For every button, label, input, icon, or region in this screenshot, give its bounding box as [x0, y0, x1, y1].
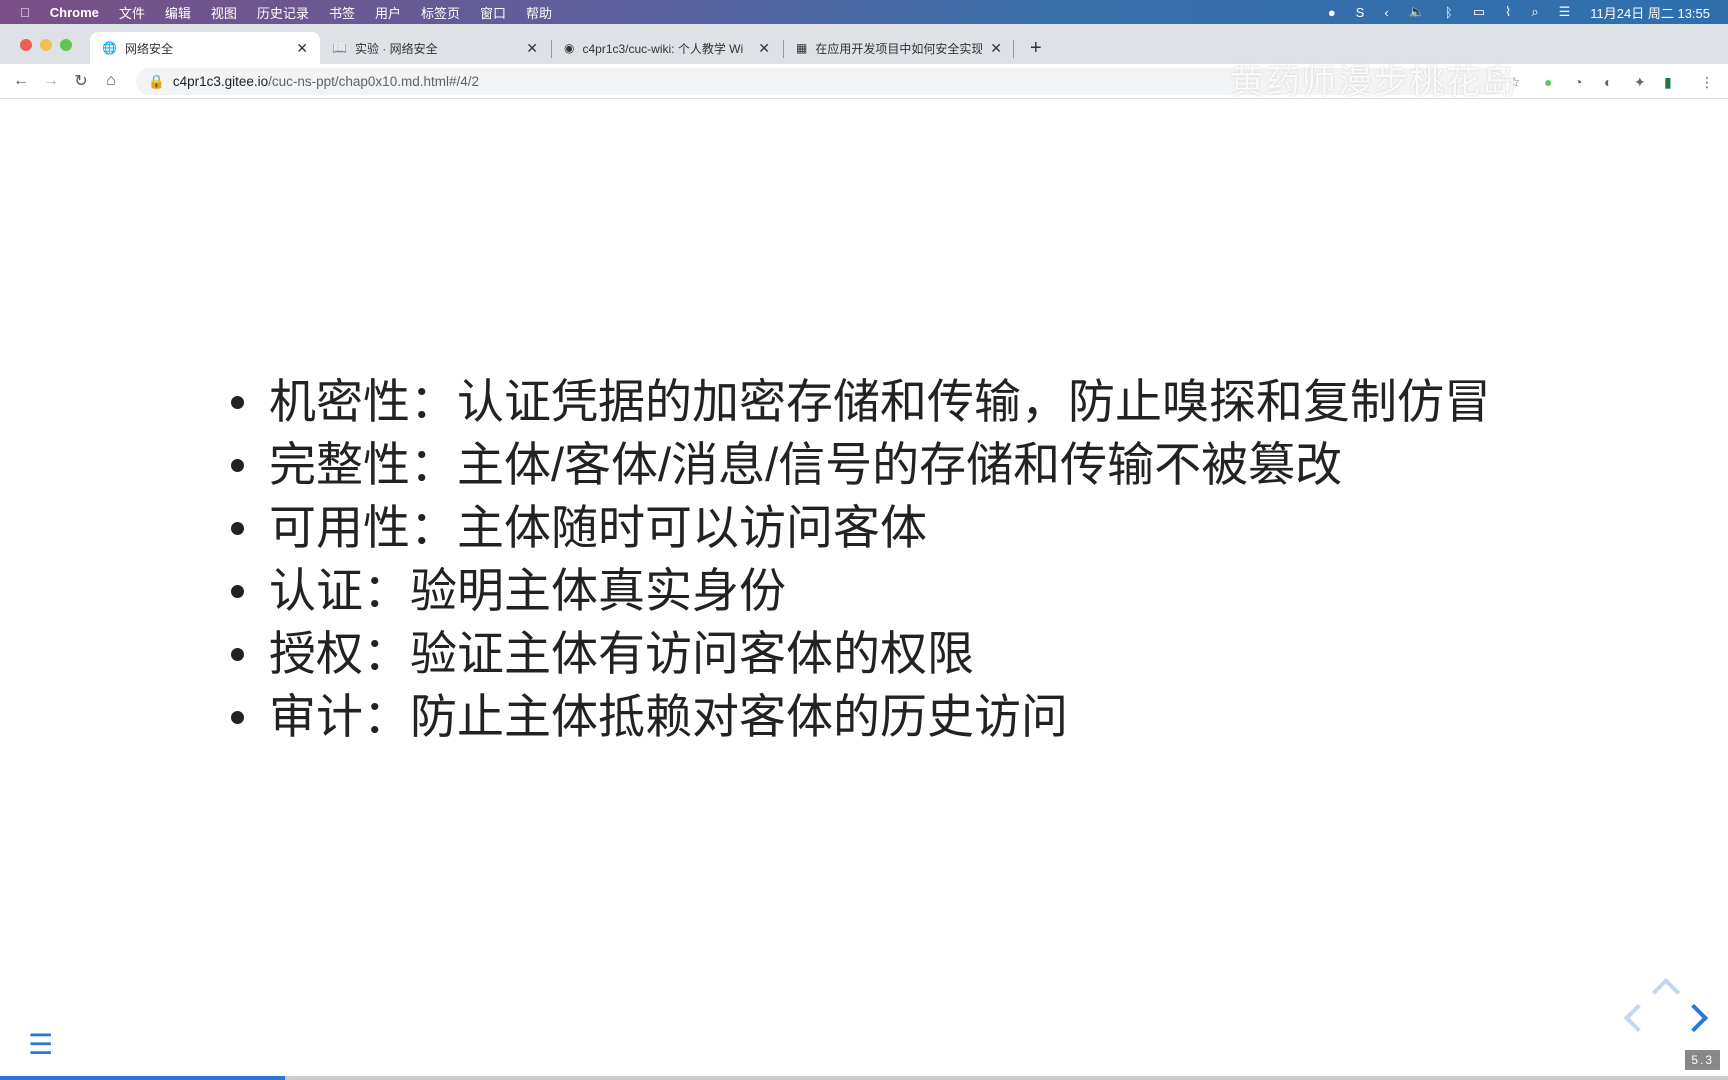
extension-icon[interactable]: ●	[1544, 74, 1552, 90]
bullet-item: 认证：验明主体真实身份	[228, 559, 1508, 622]
github-icon: ◉	[564, 41, 575, 55]
menu-item[interactable]: 帮助	[526, 3, 552, 22]
obs-icon[interactable]: ●	[1328, 5, 1336, 20]
volume-icon[interactable]: 🔈	[1409, 4, 1425, 20]
tab[interactable]: 📖 实验 · 网络安全 ✕	[320, 32, 550, 64]
clock[interactable]: 11月24日 周二 13:55	[1590, 3, 1710, 22]
chevron-left-icon[interactable]: ‹	[1384, 5, 1388, 20]
menu-item[interactable]: 视图	[211, 3, 237, 22]
search-icon[interactable]: ⌕	[1531, 4, 1538, 20]
zoom-window-button[interactable]	[60, 39, 72, 51]
menu-item[interactable]: 文件	[119, 3, 145, 22]
close-tab-icon[interactable]: ✕	[526, 40, 538, 57]
profile-avatar[interactable]: ▮	[1664, 74, 1672, 91]
nav-right-icon[interactable]	[1679, 1003, 1709, 1033]
globe-icon: 🌐	[102, 41, 117, 55]
slide-bullets: 机密性：认证凭据的加密存储和传输，防止嗅探和复制仿冒 完整性：主体/客体/消息/…	[228, 370, 1508, 748]
bullet-item: 可用性：主体随时可以访问客体	[228, 496, 1508, 559]
sogou-icon[interactable]: S	[1356, 5, 1365, 20]
extension-icon[interactable]: ◔	[1574, 74, 1582, 90]
tab[interactable]: ▦ 在应用开发项目中如何安全实现 ✕	[784, 32, 1014, 64]
battery-icon[interactable]: ▭	[1473, 4, 1485, 20]
back-icon[interactable]: ←	[6, 72, 36, 90]
menu-item[interactable]: 书签	[329, 3, 355, 22]
bluetooth-icon[interactable]: ᛒ	[1445, 5, 1453, 20]
menu-item[interactable]: 用户	[375, 3, 401, 22]
slide-menu-icon[interactable]: ☰	[28, 1028, 53, 1061]
close-window-button[interactable]	[20, 39, 32, 51]
bullet-item: 授权：验证主体有访问客体的权限	[228, 622, 1508, 685]
nav-left-icon[interactable]	[1623, 1003, 1653, 1033]
lock-icon: 🔒	[148, 73, 165, 89]
close-tab-icon[interactable]: ✕	[296, 40, 308, 57]
home-icon[interactable]: ⌂	[96, 72, 126, 90]
macos-menubar:  Chrome 文件 编辑 视图 历史记录 书签 用户 标签页 窗口 帮助 ●…	[0, 0, 1728, 24]
new-tab-button[interactable]: +	[1018, 32, 1054, 64]
progress-bar	[0, 1076, 1728, 1080]
forward-icon[interactable]: →	[36, 72, 66, 90]
close-tab-icon[interactable]: ✕	[758, 40, 770, 57]
extension-icon[interactable]: ✦	[1634, 74, 1646, 91]
tab[interactable]: ◉ c4pr1c3/cuc-wiki: 个人教学 Wi ✕	[552, 32, 782, 64]
nav-up-icon[interactable]	[1651, 977, 1681, 1007]
menu-app[interactable]: Chrome	[50, 5, 99, 20]
menu-item[interactable]: 标签页	[421, 3, 460, 22]
extension-icon[interactable]: ◐	[1604, 74, 1612, 90]
wifi-off-icon[interactable]: ⌇	[1505, 4, 1511, 20]
favicon-icon: ▦	[796, 41, 808, 55]
bullet-item: 审计：防止主体抵赖对客体的历史访问	[228, 685, 1508, 748]
progress-fill	[0, 1076, 286, 1080]
book-icon: 📖	[332, 41, 347, 55]
reload-icon[interactable]: ↻	[66, 71, 96, 91]
watermark: 黄药师漫步桃花岛	[1230, 63, 1518, 101]
tab[interactable]: 🌐 网络安全 ✕	[90, 32, 320, 64]
bullet-item: 完整性：主体/客体/消息/信号的存储和传输不被篡改	[228, 433, 1508, 496]
menu-item[interactable]: 编辑	[165, 3, 191, 22]
slide-number: 5.3	[1685, 1050, 1720, 1070]
control-center-icon[interactable]: ☰	[1559, 4, 1571, 20]
menu-item[interactable]: 窗口	[480, 3, 506, 22]
more-menu-icon[interactable]: ⋮	[1700, 74, 1714, 91]
minimize-window-button[interactable]	[40, 39, 52, 51]
close-tab-icon[interactable]: ✕	[990, 40, 1002, 57]
apple-icon[interactable]: 	[20, 5, 30, 20]
menu-item[interactable]: 历史记录	[257, 3, 309, 22]
bullet-item: 机密性：认证凭据的加密存储和传输，防止嗅探和复制仿冒	[228, 370, 1508, 433]
